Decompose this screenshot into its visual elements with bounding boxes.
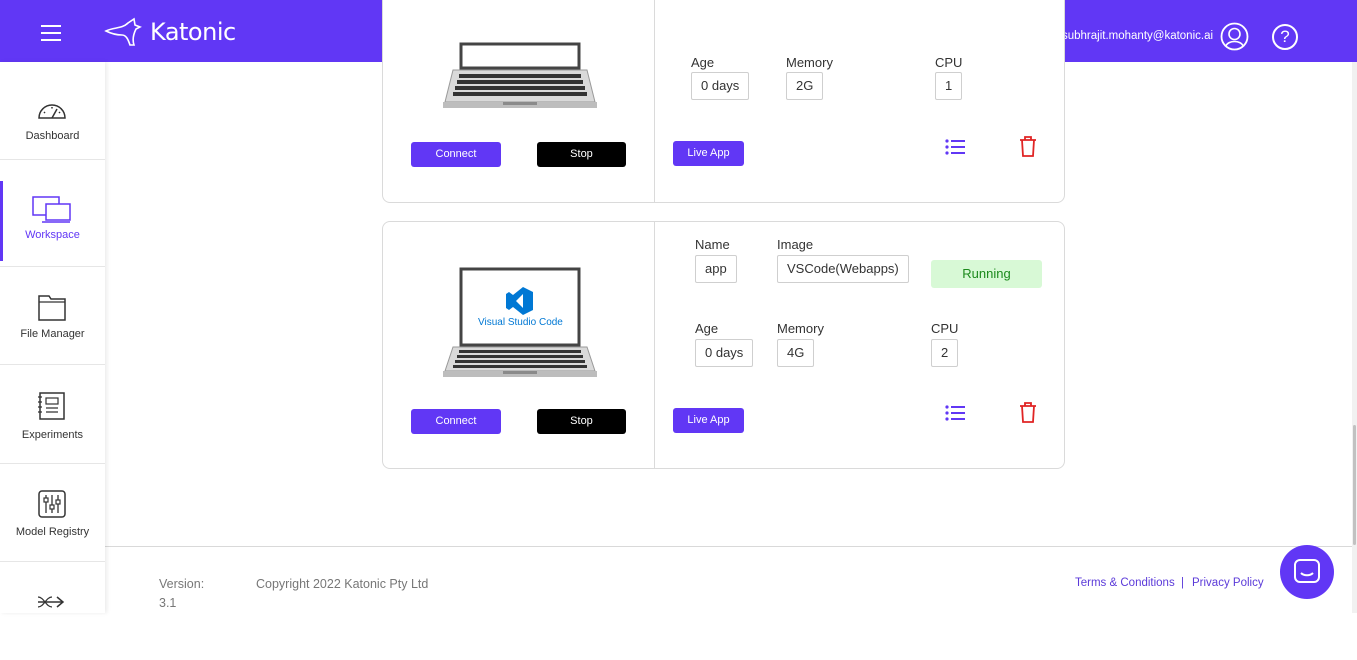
user-email[interactable]: subhrajit.mohanty@katonic.ai: [1062, 30, 1213, 42]
memory-label: Memory: [786, 55, 833, 70]
page-scrollbar-thumb[interactable]: [1353, 425, 1356, 545]
connect-button[interactable]: Connect: [411, 142, 501, 167]
sidebar-item-label: Model Registry: [15, 526, 90, 538]
sidebar-nav: Dashboard Workspace File Manager Experim…: [0, 62, 105, 613]
age-field: 0 days: [695, 339, 754, 367]
memory-field: 4G: [777, 339, 815, 367]
image-label: Image: [777, 237, 814, 252]
connect-button[interactable]: Connect: [411, 409, 501, 434]
version-label: Version:: [159, 577, 205, 591]
version-value: 3.1: [159, 596, 177, 610]
name-field: app: [695, 255, 737, 283]
footer-divider: [105, 546, 1357, 547]
live-app-button[interactable]: Live App: [673, 141, 744, 166]
sidebar-item-experiments[interactable]: Experiments: [0, 366, 105, 464]
brand-name: Katonic: [150, 18, 236, 46]
live-app-button[interactable]: Live App: [673, 408, 744, 433]
pipeline-arrows-icon: [37, 596, 65, 608]
cpu-label: CPU: [931, 321, 959, 336]
help-icon[interactable]: ?: [1272, 24, 1298, 50]
copyright-text: Copyright 2022 Katonic Pty Ltd: [256, 577, 429, 591]
katonic-logo[interactable]: Katonic: [104, 16, 236, 48]
name-label: Name: [695, 237, 730, 252]
menu-hamburger-icon[interactable]: [41, 25, 61, 41]
memory-label: Memory: [777, 321, 824, 336]
age-label: Age: [695, 321, 719, 336]
vscode-screen-text: Visual Studio Code: [478, 317, 563, 328]
sidebar-item-pipelines[interactable]: [0, 562, 105, 660]
image-field: VSCode(Webapps): [777, 255, 909, 283]
age-label: Age: [691, 55, 715, 70]
stop-button[interactable]: Stop: [537, 409, 626, 434]
sidebar-item-model-registry[interactable]: Model Registry: [0, 464, 105, 562]
kangaroo-logo-icon: [104, 17, 142, 46]
sidebar-item-label: Experiments: [21, 429, 84, 441]
footer-separator: |: [1181, 577, 1184, 589]
workspace-monitors-icon: [32, 196, 71, 223]
card-divider: [654, 222, 655, 468]
card-divider: [654, 0, 655, 202]
laptop-illustration: [443, 42, 597, 108]
workspace-card: Connect Stop Age 0 days Memory 2G CPU 1 …: [382, 0, 1065, 203]
sidebar-item-label: File Manager: [20, 328, 85, 340]
sidebar-item-dashboard[interactable]: Dashboard: [0, 62, 105, 160]
terms-link[interactable]: Terms & Conditions: [1075, 577, 1175, 589]
folder-icon: [38, 295, 66, 321]
list-details-icon[interactable]: [944, 402, 966, 424]
list-details-icon[interactable]: [944, 136, 966, 158]
chat-launcher-button[interactable]: [1280, 545, 1334, 599]
delete-trash-icon[interactable]: [1017, 401, 1039, 423]
age-field: 0 days: [691, 72, 750, 100]
sidebar-item-workspace[interactable]: Workspace: [0, 169, 105, 267]
cpu-field: 2: [931, 339, 959, 367]
privacy-link[interactable]: Privacy Policy: [1192, 577, 1264, 589]
chat-icon: [1294, 559, 1320, 583]
status-badge: Running: [931, 260, 1042, 288]
experiments-notebook-icon: [38, 392, 65, 420]
cpu-field: 1: [935, 72, 963, 100]
cpu-label: CPU: [935, 55, 963, 70]
stop-button[interactable]: Stop: [537, 142, 626, 167]
sidebar-item-label: Dashboard: [25, 130, 80, 142]
delete-trash-icon[interactable]: [1017, 135, 1039, 157]
workspace-card: Visual Studio Code Connect Stop Name app…: [382, 221, 1065, 469]
sliders-icon: [38, 490, 66, 518]
dashboard-gauge-icon: [38, 104, 66, 119]
sidebar-item-label: Workspace: [25, 229, 80, 241]
memory-field: 2G: [786, 72, 824, 100]
user-avatar-icon[interactable]: [1220, 22, 1249, 51]
sidebar-item-file-manager[interactable]: File Manager: [0, 267, 105, 365]
